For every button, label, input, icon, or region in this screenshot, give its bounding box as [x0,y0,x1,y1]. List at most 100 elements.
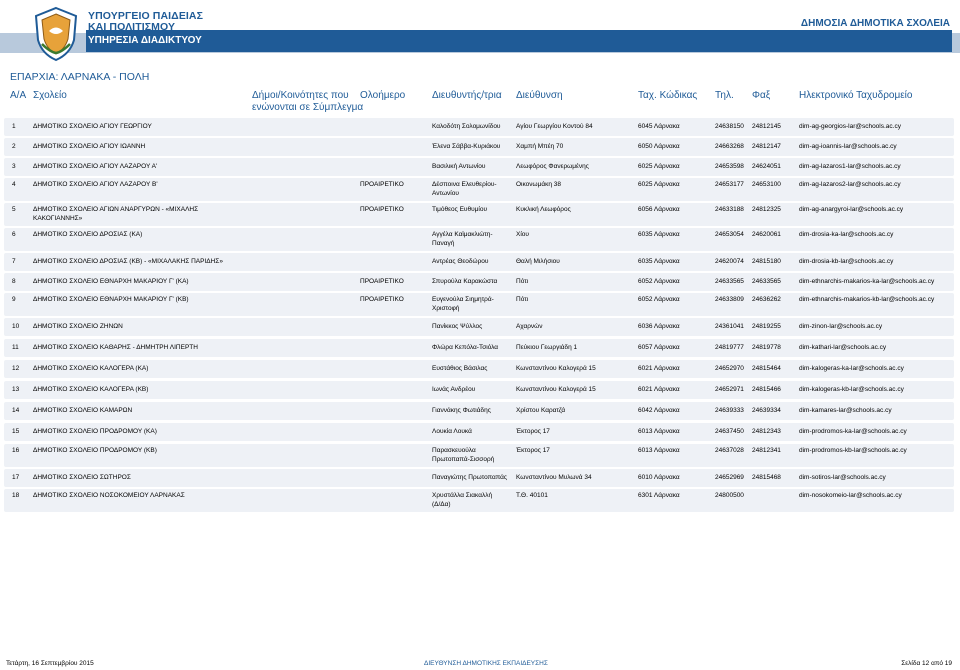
phone: 24652969 [715,474,744,481]
row-number: 18 [12,492,20,499]
director-name: Πανίκκος Ψύλλος [432,323,483,330]
director-name: Καλοδότη Σολομωνίδου [432,123,501,130]
director-name: Έλενα Σάββα-Κυριάκου [432,143,501,150]
address: Οικονωμάκη 38 [516,181,562,188]
document-title: ΔΗΜΟΣΙΑ ΔΗΜΟΤΙΚΑ ΣΧΟΛΕΙΑ [800,18,950,29]
column-header-all-day: Ολοήμερο [360,90,406,101]
table-row: 7 ΔΗΜΟΤΙΚΟ ΣΧΟΛΕΙΟ ΔΡΟΣΙΑΣ (ΚΒ) - «ΜΙΧΑΛ… [4,253,954,271]
fax: 24624051 [752,163,781,170]
address: Αχαρνών [516,323,543,330]
school-name: ΔΗΜΟΤΙΚΟ ΣΧΟΛΕΙΟ ΑΓΙΟΥ ΛΑΖΑΡΟΥ Β' [33,181,158,188]
email-link[interactable]: dim-kathari-lar@schools.ac.cy [799,343,886,353]
postcode: 6052 Λάρνακα [638,278,680,285]
row-number: 14 [12,407,20,414]
fax: 24812341 [752,447,781,454]
row-number: 10 [12,323,20,330]
email-link[interactable]: dim-zinon-lar@schools.ac.cy [799,322,882,332]
director-name: Αντρέας Θεοδώρου [432,258,489,265]
phone: 24620074 [715,258,744,265]
school-name: ΔΗΜΟΤΙΚΟ ΣΧΟΛΕΙΟ ΑΓΙΟΥ ΛΑΖΑΡΟΥ Α' [33,163,158,170]
school-name: ΔΗΜΟΤΙΚΟ ΣΧΟΛΕΙΟ ΚΑΛΟΓΕΡΑ (ΚΑ) [33,365,149,372]
fax: 24633565 [752,278,781,285]
email-link[interactable]: dim-ethnarchis-makarios-ka-lar@schools.a… [799,277,934,287]
row-number: 7 [12,258,16,265]
all-day-status: ΠΡΟΑΙΡΕΤΙΚΟ [360,296,404,303]
row-number: 3 [12,163,16,170]
row-number: 1 [12,123,16,130]
email-link[interactable]: dim-drosia-kb-lar@schools.ac.cy [799,257,893,267]
phone: 24633565 [715,278,744,285]
email-link[interactable]: dim-kalogeras-kb-lar@schools.ac.cy [799,385,904,395]
email-link[interactable]: dim-sotiros-lar@schools.ac.cy [799,473,886,483]
email-link[interactable]: dim-ag-lazaros1-lar@schools.ac.cy [799,162,901,172]
email-link[interactable]: dim-ag-anargyroi-lar@schools.ac.cy [799,205,903,215]
row-number: 9 [12,296,16,303]
email-link[interactable]: dim-ag-lazaros2-lar@schools.ac.cy [799,180,901,190]
director-name-line2: Παναγή [432,240,455,247]
address: Πότι [516,296,529,303]
email-link[interactable]: dim-ag-georgios-lar@schools.ac.cy [799,122,901,132]
table-row: 2 ΔΗΜΟΤΙΚΟ ΣΧΟΛΕΙΟ ΑΓΙΟΥ ΙΩΑΝΝΗ Έλενα Σά… [4,138,954,156]
postcode: 6013 Λάρνακα [638,428,680,435]
footer-department: ΔΙΕΥΘΥΝΣΗ ΔΗΜΟΤΙΚΗΣ ΕΚΠΑΙΔΕΥΣΗΣ [424,660,548,667]
phone: 24653177 [715,181,744,188]
address: Έκτορος 17 [516,428,550,435]
email-link[interactable]: dim-kamares-lar@schools.ac.cy [799,406,892,416]
phone: 24663268 [715,143,744,150]
table-row: 3 ΔΗΜΟΤΙΚΟ ΣΧΟΛΕΙΟ ΑΓΙΟΥ ΛΑΖΑΡΟΥ Α' Βασι… [4,158,954,176]
director-name: Λουκία Λουκά [432,428,472,435]
table-header: Α/Α Σχολείο Δήμοι/Κοινότητες που ενώνοντ… [0,84,960,114]
table-row: 18 ΔΗΜΟΤΙΚΟ ΣΧΟΛΕΙΟ ΝΟΣΟΚΟΜΕΙΟΥ ΛΑΡΝΑΚΑΣ… [4,489,954,512]
table-row: 6 ΔΗΜΟΤΙΚΟ ΣΧΟΛΕΙΟ ΔΡΟΣΙΑΣ (ΚΑ) Αγγέλα Κ… [4,228,954,251]
school-name: ΔΗΜΟΤΙΚΟ ΣΧΟΛΕΙΟ ΑΓΙΟΥ ΙΩΑΝΝΗ [33,143,146,150]
ministry-name-line2: ΚΑΙ ΠΟΛΙΤΙΣΜΟΥ [88,21,176,33]
postcode: 6301 Λάρνακα [638,492,680,499]
row-number: 13 [12,386,20,393]
email-link[interactable]: dim-nosokomeio-lar@schools.ac.cy [799,491,902,501]
row-number: 5 [12,206,16,213]
fax: 24819255 [752,323,781,330]
school-name: ΔΗΜΟΤΙΚΟ ΣΧΟΛΕΙΟ ΚΑΘΑΡΗΣ - ΔΗΜΗΤΡΗ ΛΙΠΕΡ… [33,344,198,351]
table-row: 14 ΔΗΜΟΤΙΚΟ ΣΧΟΛΕΙΟ ΚΑΜΑΡΩΝ Γιαννάκης Φω… [4,402,954,420]
row-number: 16 [12,447,20,454]
email-link[interactable]: dim-kalogeras-ka-lar@schools.ac.cy [799,364,904,374]
row-number: 2 [12,143,16,150]
column-header-phone: Τηλ. [715,90,734,101]
table-row: 4 ΔΗΜΟΤΙΚΟ ΣΧΟΛΕΙΟ ΑΓΙΟΥ ΛΑΖΑΡΟΥ Β' ΠΡΟΑ… [4,178,954,201]
table-row: 17 ΔΗΜΟΤΙΚΟ ΣΧΟΛΕΙΟ ΣΩΤΗΡΟΣ Παναγιώτης Π… [4,469,954,487]
phone: 24361041 [715,323,744,330]
school-name: ΔΗΜΟΤΙΚΟ ΣΧΟΛΕΙΟ ΔΡΟΣΙΑΣ (ΚΒ) - «ΜΙΧΑΛΑΚ… [33,258,223,265]
address: Πότι [516,278,529,285]
email-link[interactable]: dim-prodromos-ka-lar@schools.ac.cy [799,427,907,437]
postcode: 6013 Λάρνακα [638,447,680,454]
email-link[interactable]: dim-drosia-ka-lar@schools.ac.cy [799,230,893,240]
director-name: Σπυρούλα Καρακώστα [432,278,498,285]
fax: 24815464 [752,365,781,372]
banner-blue-bar [86,30,952,52]
director-name-line2: Χριστοφή [432,305,460,312]
address: Λεωφόρος Φανερωμένης [516,163,589,170]
email-link[interactable]: dim-ag-ioannis-lar@schools.ac.cy [799,142,897,152]
fax: 24815466 [752,386,781,393]
fax: 24639334 [752,407,781,414]
school-name: ΔΗΜΟΤΙΚΟ ΣΧΟΛΕΙΟ ΖΗΝΩΝ [33,323,123,330]
table-row: 13 ΔΗΜΟΤΙΚΟ ΣΧΟΛΕΙΟ ΚΑΛΟΓΕΡΑ (ΚΒ) Ιωνάς … [4,381,954,399]
all-day-status: ΠΡΟΑΙΡΕΤΙΚΟ [360,181,404,188]
postcode: 6035 Λάρνακα [638,258,680,265]
column-header-communities-line2: ενώνονται σε Σύμπλεγμα [252,102,364,113]
email-link[interactable]: dim-ethnarchis-makarios-kb-lar@schools.a… [799,295,934,305]
table-row: 11 ΔΗΜΟΤΙΚΟ ΣΧΟΛΕΙΟ ΚΑΘΑΡΗΣ - ΔΗΜΗΤΡΗ ΛΙ… [4,339,954,357]
postcode: 6042 Λάρνακα [638,407,680,414]
fax: 24636262 [752,296,781,303]
school-name: ΔΗΜΟΤΙΚΟ ΣΧΟΛΕΙΟ ΠΡΟΔΡΟΜΟΥ (ΚΒ) [33,447,157,454]
postcode: 6052 Λάρνακα [638,296,680,303]
school-name: ΔΗΜΟΤΙΚΟ ΣΧΟΛΕΙΟ ΝΟΣΟΚΟΜΕΙΟΥ ΛΑΡΝΑΚΑΣ [33,492,185,499]
fax: 24812147 [752,143,781,150]
footer-date: Τετάρτη, 16 Σεπτεμβρίου 2015 [6,660,94,667]
address: Κωνσταντίνου Καλογερά 15 [516,386,596,393]
email-link[interactable]: dim-prodromos-kb-lar@schools.ac.cy [799,446,907,456]
phone: 24633809 [715,296,744,303]
director-name-line2: Πρωτοπαπά-Σισσορή [432,456,495,463]
service-name: ΥΠΗΡΕΣΙΑ ΔΙΑΔΙΚΤΥΟΥ [88,35,202,46]
director-name-line2: (Δ/Δα) [432,501,451,508]
